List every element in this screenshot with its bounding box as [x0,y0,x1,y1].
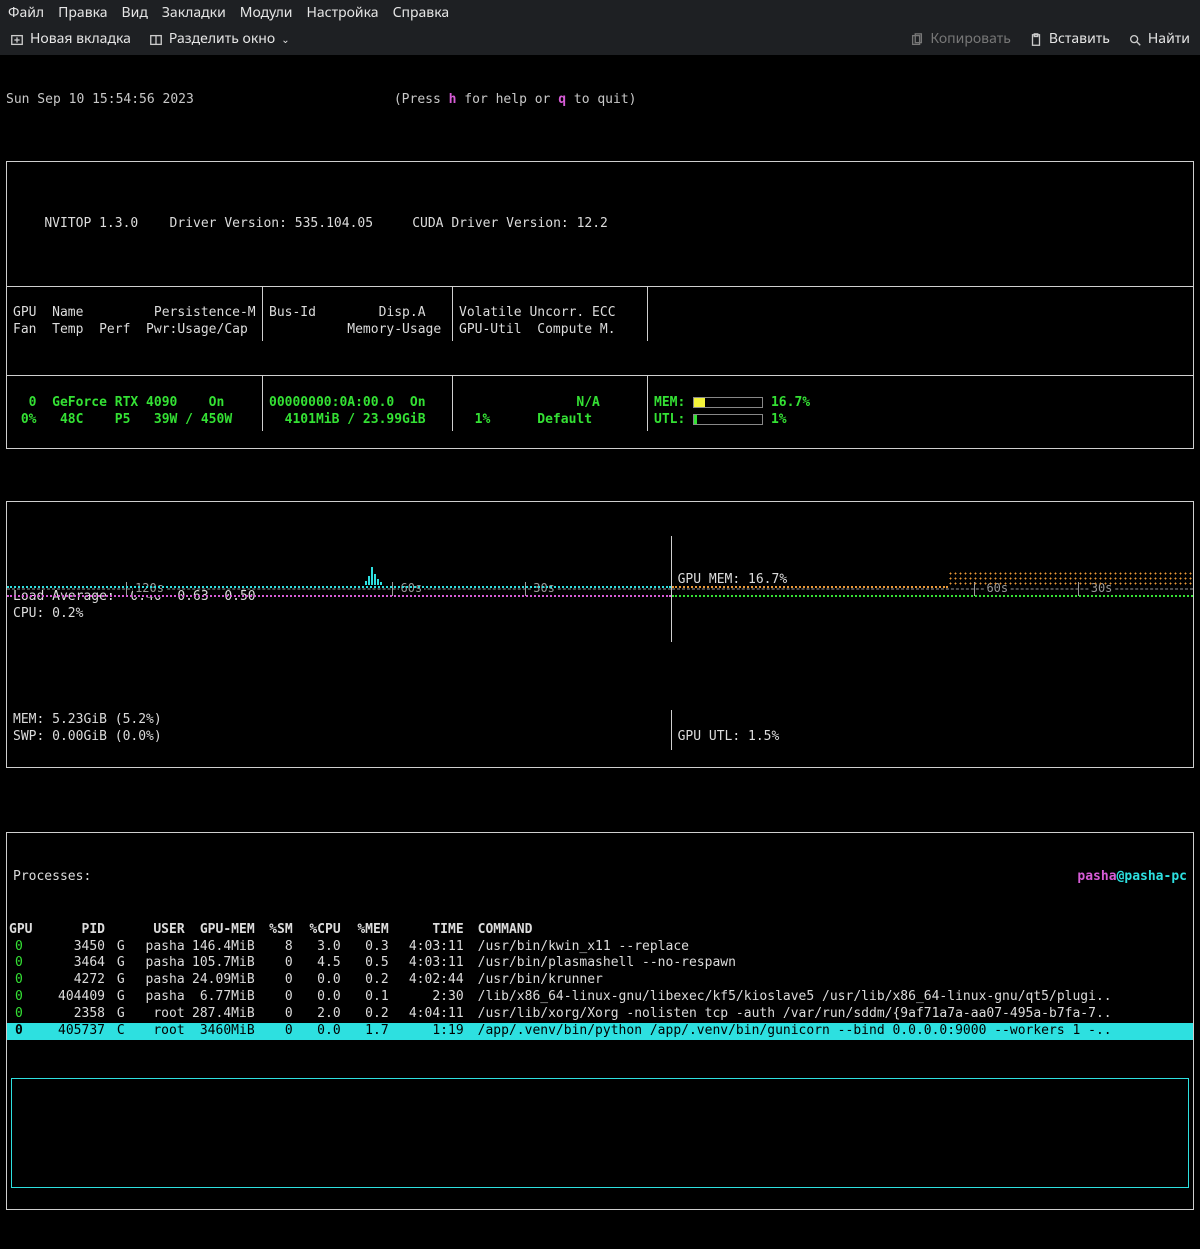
new-tab-icon [10,33,24,47]
find-button[interactable]: Найти [1128,30,1190,48]
driver-version: 535.104.05 [295,216,373,231]
gpu-row: 0 GeForce RTX 4090 On 0% 48C P5 39W / 45… [7,375,1193,431]
cpu-chart: Load Average: 0.40 0.63 0.50 CPU: 0.2% 1… [7,536,671,642]
status-line: Sun Sep 10 15:54:56 2023(Press h for hel… [6,92,1194,109]
terminal-output[interactable]: Sun Sep 10 15:54:56 2023(Press h for hel… [0,56,1200,1249]
menu-plugins[interactable]: Модули [240,4,293,22]
new-tab-button[interactable]: Новая вкладка [10,30,131,48]
process-panel: Processes: pasha@pasha-pc GPU PID USER G… [6,832,1194,1209]
split-window-button[interactable]: Разделить окно ⌄ [149,30,290,48]
copy-icon [910,33,924,47]
chevron-down-icon: ⌄ [281,33,289,46]
paste-icon [1029,33,1043,47]
split-icon [149,33,163,47]
split-label: Разделить окно [169,30,275,48]
menu-bookmarks[interactable]: Закладки [162,4,226,22]
gpu-utl-pct: 1% [771,412,787,427]
copy-button[interactable]: Копировать [910,30,1010,48]
app-title: NVITOP 1.3.0 [44,216,138,231]
menu-view[interactable]: Вид [122,4,148,22]
cuda-version: 12.2 [577,216,608,231]
search-icon [1128,33,1142,47]
copy-label: Копировать [930,30,1010,48]
gpu-mem-label: GPU MEM: 16.7% [678,572,788,587]
gpu-mem-bar [693,397,763,408]
gpu-chart: GPU MEM: 16.7% 60s 30s [671,536,1193,642]
mem-value: MEM: 5.23GiB (5.2%) [13,712,162,727]
host-name: pasha-pc [1124,869,1187,884]
paste-label: Вставить [1049,30,1110,48]
process-table: GPU PID USER GPU-MEM %SM %CPU %MEM TIME … [7,922,1193,1040]
paste-button[interactable]: Вставить [1029,30,1110,48]
process-row[interactable]: 0404409 Gpasha6.77MiB00.00.12:30/lib/x86… [7,989,1193,1006]
datetime: Sun Sep 10 15:54:56 2023 [6,92,194,107]
gpu-utl-bar [693,414,763,425]
gpu-utl-chart: GPU UTL: 1.5% [671,710,1193,750]
swp-value: SWP: 0.00GiB (0.0%) [13,729,162,744]
user-name: pasha [1077,869,1116,884]
process-title: Processes: [13,869,91,886]
gpu-info-panel: NVITOP 1.3.0 Driver Version: 535.104.05 … [6,161,1194,448]
new-tab-label: Новая вкладка [30,30,131,48]
gpu-utl-label: GPU UTL: 1.5% [678,729,780,744]
process-row[interactable]: 04272 Gpasha24.09MiB00.00.24:02:44/usr/b… [7,972,1193,989]
toolbar: Новая вкладка Разделить окно ⌄ Копироват… [0,26,1200,56]
process-row[interactable]: 02358 Groot287.4MiB02.00.24:04:11/usr/li… [7,1006,1193,1023]
cpu-pct: CPU: 0.2% [13,606,83,621]
menu-settings[interactable]: Настройка [307,4,379,22]
menu-help[interactable]: Справка [393,4,450,22]
find-label: Найти [1148,30,1190,48]
gpu-mem-pct: 16.7% [771,395,810,410]
process-row[interactable]: 03464 Gpasha105.7MiB04.50.54:03:11/usr/b… [7,955,1193,972]
process-detail-box [11,1078,1189,1188]
process-table-header: GPU PID USER GPU-MEM %SM %CPU %MEM TIME … [7,922,1193,939]
process-row[interactable]: 0405737 Croot3460MiB00.01.71:19/app/.ven… [7,1023,1193,1040]
menu-file[interactable]: Файл [8,4,44,22]
menu-bar[interactable]: Файл Правка Вид Закладки Модули Настройк… [0,0,1200,26]
charts-panel: Load Average: 0.40 0.63 0.50 CPU: 0.2% 1… [6,501,1194,767]
process-row[interactable]: 03450 Gpasha146.4MiB83.00.34:03:11/usr/b… [7,939,1193,956]
mem-chart: MEM: 5.23GiB (5.2%) SWP: 0.00GiB (0.0%) [7,710,671,750]
menu-edit[interactable]: Правка [58,4,107,22]
